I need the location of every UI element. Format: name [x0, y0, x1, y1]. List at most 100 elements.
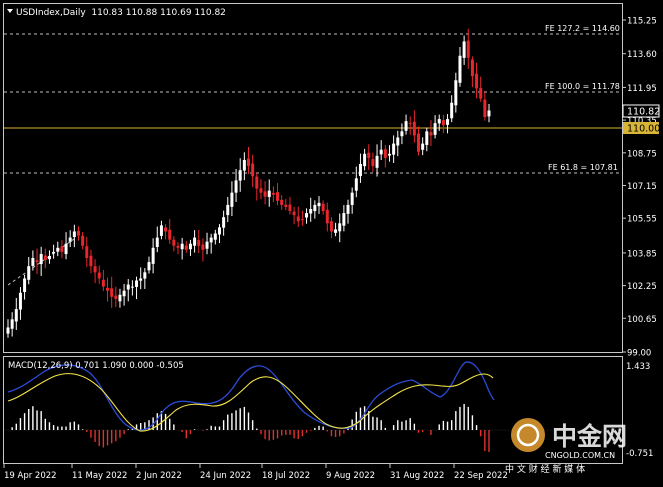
candle-body	[408, 122, 412, 124]
candle-body	[81, 235, 85, 246]
candle-body	[284, 204, 288, 207]
candle-body	[334, 229, 338, 233]
candle-body	[300, 219, 304, 221]
candle-body	[425, 131, 429, 145]
candle-body	[342, 213, 346, 226]
candle-body	[329, 221, 333, 232]
candle-body	[114, 295, 118, 299]
candle-body	[101, 279, 105, 287]
current-price-label: 110.82	[627, 107, 660, 118]
price-tick-label: 99.00	[627, 349, 651, 359]
brand-logo-icon	[511, 418, 545, 452]
candle-body	[363, 153, 367, 167]
candle-body	[184, 245, 188, 250]
candle-body	[155, 237, 159, 247]
dropdown-triangle-icon[interactable]	[7, 9, 13, 13]
candle-body	[110, 288, 114, 297]
candle-body	[325, 209, 329, 224]
candles-group	[6, 28, 491, 338]
candle-body	[338, 223, 342, 232]
candle-body	[441, 120, 445, 126]
candle-body	[400, 131, 404, 137]
candle-body	[39, 253, 43, 265]
candle-body	[213, 233, 217, 240]
price-tick-label: 108.75	[627, 149, 657, 159]
price-panel[interactable]	[3, 3, 623, 353]
candle-body	[106, 287, 110, 291]
candle-body	[242, 159, 246, 171]
candle-body	[172, 239, 176, 246]
time-label: 22 Sep 2022	[454, 471, 508, 481]
price-tick-label: 105.55	[627, 215, 657, 225]
candle-body	[226, 204, 230, 216]
candle-body	[487, 110, 491, 117]
candle-body	[10, 319, 14, 329]
candle-body	[437, 119, 441, 124]
candle-body	[247, 158, 250, 167]
time-label: 2 Jun 2022	[136, 471, 182, 481]
candle-body	[305, 213, 309, 218]
candle-body	[417, 133, 421, 152]
time-label: 18 Jul 2022	[262, 471, 310, 481]
candle-body	[238, 170, 242, 181]
candle-body	[35, 260, 39, 263]
candle-body	[263, 191, 267, 197]
candle-body	[421, 143, 425, 150]
time-axis: 19 Apr 2022 11 May 2022 2 Jun 2022 24 Jun 2…	[3, 464, 508, 481]
candle-body	[68, 237, 72, 242]
candle-body	[392, 143, 396, 155]
candle-body	[280, 199, 284, 205]
fib-label-618: FE 61.8 = 107.81	[548, 163, 618, 172]
brand-site: CNGOLD.COM.CN	[545, 451, 615, 460]
candle-body	[288, 204, 292, 212]
candle-body	[6, 327, 10, 334]
candle-body	[479, 88, 483, 99]
candle-body	[462, 41, 466, 58]
candle-body	[255, 176, 259, 189]
candle-body	[483, 99, 487, 118]
candle-body	[379, 149, 383, 155]
candle-body	[164, 227, 168, 232]
candle-body	[43, 255, 47, 261]
candle-body	[147, 262, 151, 271]
candle-body	[205, 241, 209, 249]
candle-body	[458, 55, 462, 83]
candle-body	[317, 202, 321, 207]
brand-slogan: 中 文 财 经 新 媒 体	[505, 463, 585, 475]
price-tick-label: 113.60	[627, 50, 657, 60]
candle-body	[143, 272, 147, 279]
candle-body	[52, 251, 56, 254]
candle-body	[354, 178, 358, 191]
candle-body	[118, 294, 122, 302]
time-label: 11 May 2022	[72, 471, 127, 481]
candle-body	[126, 284, 130, 290]
time-label: 24 Jun 2022	[200, 471, 251, 481]
brand-watermark: 中金网 CNGOLD.COM.CN 中 文 财 经 新 媒 体	[505, 418, 627, 475]
candle-body	[201, 244, 205, 250]
candle-body	[475, 73, 479, 89]
candle-body	[271, 192, 275, 195]
candle-body	[130, 286, 134, 288]
time-label: 31 Aug 2022	[390, 471, 444, 481]
price-tick-label: 103.85	[627, 249, 657, 259]
candle-body	[396, 137, 400, 146]
candle-body	[234, 180, 238, 193]
chart-canvas[interactable]: 99.00 100.65 102.25 103.85 105.55 107.15 108.7…	[0, 0, 663, 487]
candle-body	[251, 163, 255, 177]
candle-body	[64, 243, 68, 255]
candle-body	[412, 121, 416, 136]
candle-body	[47, 255, 51, 260]
candle-body	[193, 237, 197, 246]
candle-body	[375, 155, 379, 168]
candle-body	[209, 237, 213, 243]
symbol-info: USDIndex,Daily 110.83 110.88 110.69 110.…	[16, 8, 226, 18]
candle-body	[466, 40, 470, 58]
candle-body	[31, 258, 35, 266]
price-tick-label: 100.65	[627, 315, 657, 325]
macd-header: MACD(12,26,9) 0.701 1.090 0.000 -0.505	[8, 361, 184, 371]
time-label: 19 Apr 2022	[4, 471, 57, 481]
candle-body	[454, 80, 458, 106]
candle-body	[27, 266, 31, 280]
candle-body	[14, 309, 18, 322]
brand-name: 中金网	[552, 422, 627, 451]
